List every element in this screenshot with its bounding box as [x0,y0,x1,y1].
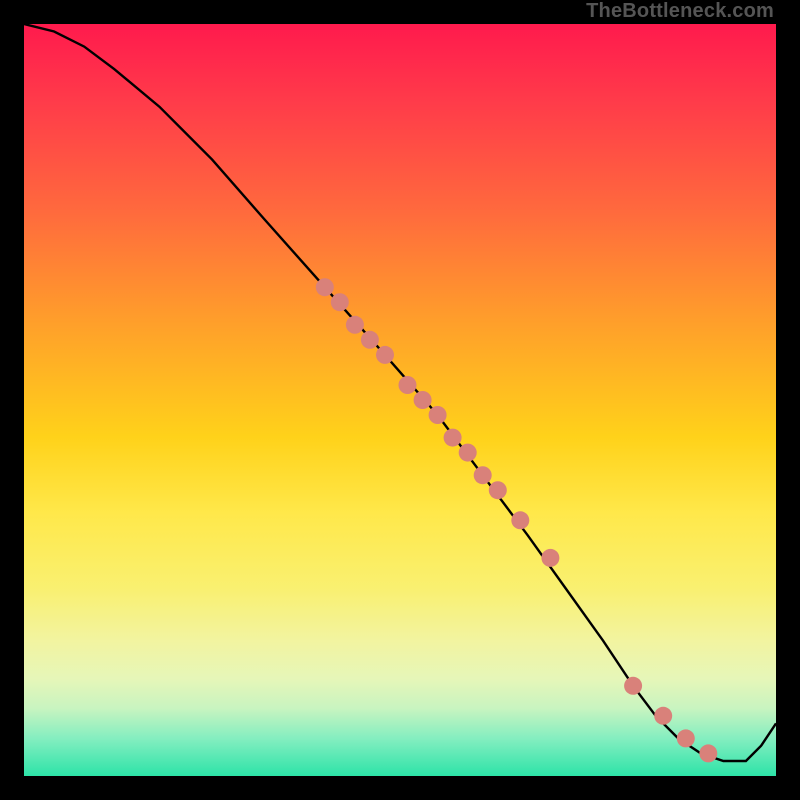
marker-point [474,466,492,484]
chart-svg [24,24,776,776]
marker-point [444,429,462,447]
marker-point [489,481,507,499]
marker-point [316,278,334,296]
chart-frame: TheBottleneck.com [0,0,800,800]
marker-point [346,316,364,334]
marker-point [459,444,477,462]
marker-point [541,549,559,567]
bottleneck-curve [24,24,776,761]
marker-point [429,406,447,424]
marker-point [654,707,672,725]
marker-point [376,346,394,364]
marker-point [331,293,349,311]
marker-point [624,677,642,695]
marker-point [399,376,417,394]
watermark-text: TheBottleneck.com [586,0,774,23]
plot-area [24,24,776,776]
marker-point [699,744,717,762]
marker-group [316,278,718,762]
marker-point [414,391,432,409]
marker-point [361,331,379,349]
marker-point [677,729,695,747]
marker-point [511,511,529,529]
